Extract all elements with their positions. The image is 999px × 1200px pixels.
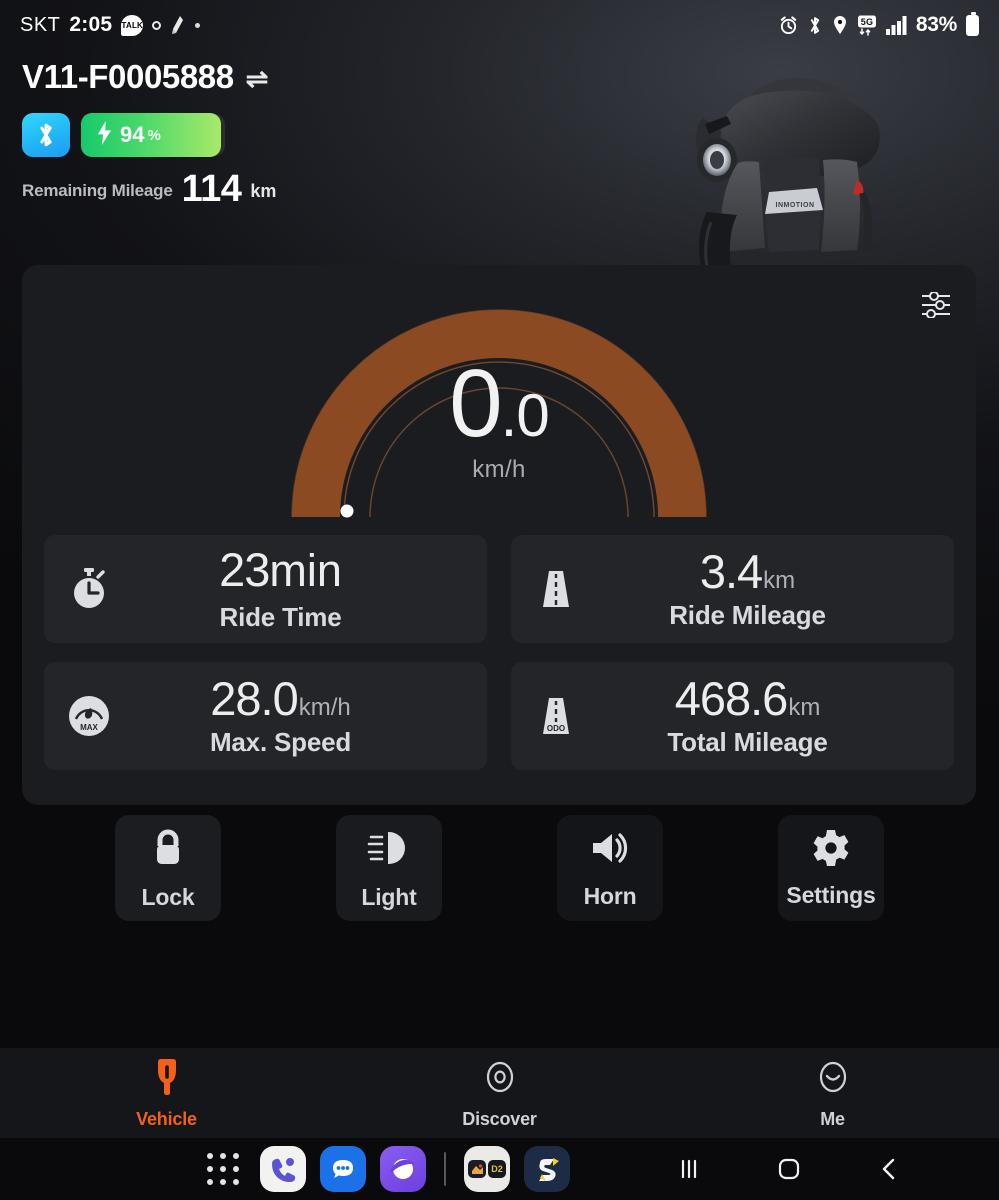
speed-gauge xyxy=(22,285,976,535)
location-icon xyxy=(832,15,848,35)
clock-label: 2:05 xyxy=(69,13,113,36)
bolt-icon xyxy=(96,120,113,150)
horn-button[interactable]: Horn xyxy=(557,815,663,921)
ride-mileage-caption: Ride Mileage xyxy=(669,599,826,630)
headlight-icon xyxy=(367,826,411,875)
home-key[interactable] xyxy=(739,1155,839,1183)
battery-level-value: 94 xyxy=(120,122,145,147)
me-icon xyxy=(816,1057,850,1102)
action-buttons: Lock Light Horn Settings xyxy=(0,815,999,925)
remaining-mileage-label: Remaining Mileage xyxy=(22,181,173,201)
horn-icon xyxy=(589,827,631,874)
discover-icon xyxy=(483,1057,517,1102)
ride-mileage-unit: km xyxy=(763,566,796,594)
bluetooth-icon xyxy=(807,15,823,36)
stat-tiles: 23 min Ride Time 3.4 km Ride Mileage MAX… xyxy=(44,535,954,770)
odo-road-icon: ODO xyxy=(533,693,579,739)
battery-icon xyxy=(966,11,979,36)
max-speed-unit: km/h xyxy=(298,693,351,721)
stopwatch-icon xyxy=(66,566,112,612)
samsung-notes-icon[interactable] xyxy=(524,1146,570,1192)
stat-tile-max-speed[interactable]: MAX 28.0 km/h Max. Speed xyxy=(44,662,487,770)
nav-label-discover: Discover xyxy=(462,1108,537,1129)
road-icon xyxy=(533,566,579,612)
messages-icon[interactable] xyxy=(320,1146,366,1192)
gear-icon xyxy=(811,828,851,873)
lock-icon xyxy=(148,826,188,875)
action-spacer-1 xyxy=(221,815,336,925)
remaining-mileage: Remaining Mileage 114 km xyxy=(22,168,277,210)
device-name-label: V11-F0005888 xyxy=(22,58,234,95)
taskbar-apps: D2 xyxy=(200,1146,570,1192)
status-bar-left: SKT 2:05 TALK xyxy=(20,13,201,37)
battery-percent-label: 83% xyxy=(915,13,957,36)
ride-time-caption: Ride Time xyxy=(219,602,342,632)
nav-label-vehicle: Vehicle xyxy=(136,1108,197,1129)
nav-keys xyxy=(639,1155,939,1183)
taskbar-divider xyxy=(444,1152,446,1186)
dashboard-card: 0.0 km/h 23 min Ride Time 3.4 km Ride Mi… xyxy=(22,265,976,805)
remaining-mileage-value: 114 xyxy=(181,168,242,210)
carrier-label: SKT xyxy=(20,13,61,36)
5g-icon: 5G xyxy=(857,15,877,36)
kakaotalk-icon: TALK xyxy=(121,14,144,36)
device-name-row[interactable]: V11-F0005888 ⇌ xyxy=(22,58,276,96)
ride-time-value: 23 xyxy=(219,543,270,596)
dot-icon xyxy=(195,22,201,28)
ride-time-unit: min xyxy=(269,545,342,596)
lock-label: Lock xyxy=(141,883,195,910)
bottom-nav: Vehicle Discover Me xyxy=(0,1048,999,1138)
app-drawer-icon[interactable] xyxy=(200,1146,246,1192)
svg-text:MAX: MAX xyxy=(80,723,98,732)
nav-item-vehicle[interactable]: Vehicle xyxy=(0,1057,333,1130)
action-spacer-2 xyxy=(442,815,557,925)
light-button[interactable]: Light xyxy=(336,815,442,921)
horn-label: Horn xyxy=(583,882,637,909)
bluetooth-badge[interactable] xyxy=(22,113,70,157)
app-screen: SKT 2:05 TALK 5G 83% INMOTION V11-F00058… xyxy=(0,0,999,1200)
battery-level-badge: 94 % xyxy=(81,113,221,157)
battery-percent-symbol: % xyxy=(147,126,161,144)
app-folder-icon[interactable]: D2 xyxy=(464,1146,510,1192)
settings-label: Settings xyxy=(786,881,876,908)
settings-button[interactable]: Settings xyxy=(778,815,884,921)
internet-icon[interactable] xyxy=(380,1146,426,1192)
svg-text:5G: 5G xyxy=(861,16,873,26)
switch-device-icon[interactable]: ⇌ xyxy=(246,65,269,93)
note-icon xyxy=(170,15,186,35)
device-header: V11-F0005888 ⇌ 94 % Remaining Mileage 11… xyxy=(0,58,277,210)
max-speed-caption: Max. Speed xyxy=(209,726,352,757)
device-status-badges: 94 % xyxy=(22,113,276,157)
system-taskbar: D2 xyxy=(0,1138,999,1200)
back-key[interactable] xyxy=(839,1155,939,1183)
circle-icon xyxy=(152,20,162,30)
vehicle-photo: INMOTION xyxy=(673,52,973,268)
total-mileage-value: 468.6 xyxy=(674,671,789,725)
total-mileage-unit: km xyxy=(788,693,821,721)
nav-label-me: Me xyxy=(820,1108,845,1129)
stat-tile-ride-time[interactable]: 23 min Ride Time xyxy=(44,535,487,643)
max-gauge-icon: MAX xyxy=(66,693,112,739)
lock-button[interactable]: Lock xyxy=(115,815,221,921)
signal-icon xyxy=(885,15,907,35)
stat-tile-ride-mileage[interactable]: 3.4 km Ride Mileage xyxy=(511,535,954,643)
ride-mileage-value: 3.4 xyxy=(699,544,763,598)
max-speed-value: 28.0 xyxy=(210,671,298,725)
total-mileage-caption: Total Mileage xyxy=(667,726,828,757)
svg-text:INMOTION: INMOTION xyxy=(776,202,815,209)
action-spacer-3 xyxy=(663,815,778,925)
remaining-mileage-unit: km xyxy=(250,181,277,202)
status-bar: SKT 2:05 TALK 5G 83% xyxy=(0,0,999,50)
svg-text:ODO: ODO xyxy=(547,724,565,733)
nav-item-me[interactable]: Me xyxy=(666,1057,999,1130)
light-label: Light xyxy=(361,883,417,910)
phone-icon[interactable] xyxy=(260,1146,306,1192)
stat-tile-total-mileage[interactable]: ODO 468.6 km Total Mileage xyxy=(511,662,954,770)
nav-item-discover[interactable]: Discover xyxy=(333,1057,666,1130)
alarm-icon xyxy=(779,15,798,35)
recents-key[interactable] xyxy=(639,1156,739,1182)
vehicle-icon xyxy=(150,1057,184,1102)
status-bar-right: 5G 83% xyxy=(779,11,979,37)
